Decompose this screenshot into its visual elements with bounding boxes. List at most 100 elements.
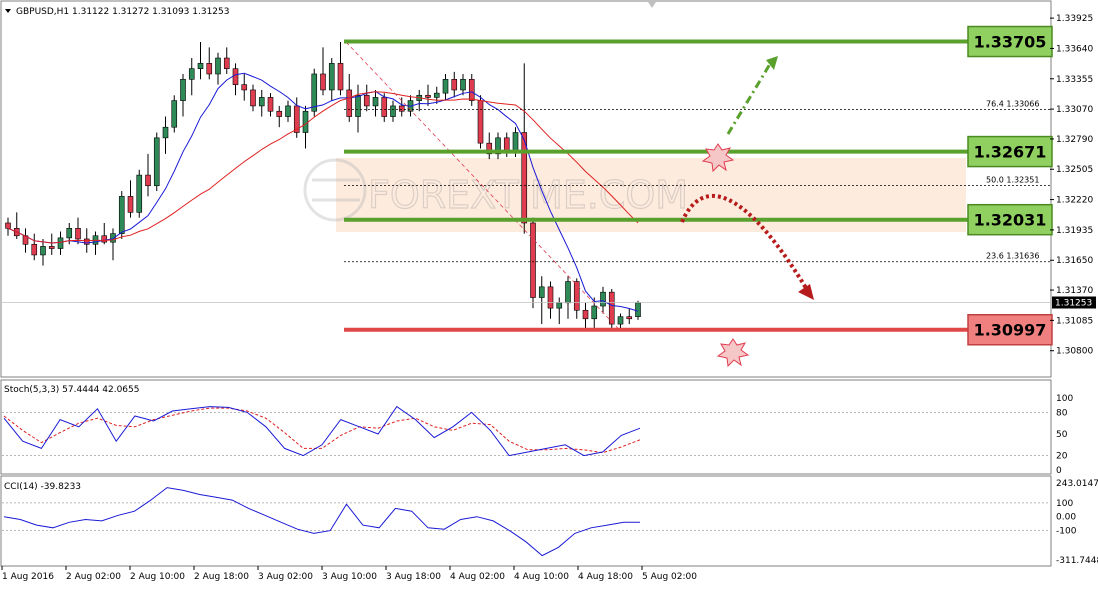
candle-body: [556, 302, 563, 309]
candle-body: [512, 132, 519, 151]
time-tick-label: 2 Aug 02:00: [66, 572, 121, 582]
price-tick-label: 1.31935: [1056, 226, 1093, 236]
price-tick-label: 1.31370: [1056, 286, 1093, 296]
candle-body: [363, 94, 370, 107]
candle-body: [153, 137, 160, 187]
candle-body: [538, 286, 545, 298]
candle-body: [66, 228, 73, 239]
cci-tick-label: 100: [1056, 499, 1073, 509]
stoch-header: Stoch(5,3,3) 57.4444 42.0655: [4, 385, 139, 395]
candle-body: [101, 235, 108, 243]
candle-body: [346, 89, 353, 117]
candle-body: [503, 137, 510, 151]
candle-body: [530, 222, 536, 298]
key-level-label: 1.33705: [974, 33, 1047, 52]
candle-body: [250, 89, 256, 107]
candle-body: [188, 68, 195, 80]
cci-tick-label: -311.7448: [1056, 556, 1098, 566]
candle-body: [302, 110, 309, 133]
cci-tick-label: 0.00: [1056, 513, 1076, 523]
fib-level-label: 23.6 1.31636: [986, 252, 1039, 261]
candle-body: [565, 281, 571, 304]
candle-body: [381, 97, 388, 117]
candle-body: [241, 84, 248, 91]
cci-tick-label: -100: [1056, 527, 1077, 537]
fib-level-label: 50.0 1.32351: [986, 176, 1039, 185]
time-tick-label: 1 Aug 2016: [2, 572, 54, 582]
time-tick-label: 2 Aug 10:00: [130, 572, 185, 582]
price-tick-label: 1.33640: [1056, 44, 1093, 54]
cci-panel-frame: [0, 475, 1052, 567]
candle-body: [145, 174, 151, 187]
candle-body: [127, 196, 134, 213]
candle-body: [468, 79, 475, 101]
candle-body: [197, 63, 204, 69]
candle-body: [57, 237, 64, 249]
candle-body: [547, 286, 554, 309]
price-tick-label: 1.31085: [1056, 316, 1093, 326]
trading-chart[interactable]: FOREXTIME.COM 76.4 1.33066 50.0 1.32351 23…: [0, 0, 1098, 591]
candle-body: [425, 94, 431, 98]
stoch-panel-frame: [0, 379, 1052, 475]
key-level-label: 1.32031: [974, 211, 1047, 230]
candle-body: [180, 79, 186, 101]
time-tick-label: 5 Aug 02:00: [642, 572, 697, 582]
candle-body: [372, 97, 379, 107]
stoch-tick-label: 80: [1056, 408, 1068, 418]
candle-body: [398, 105, 405, 112]
time-tick-label: 4 Aug 18:00: [578, 572, 633, 582]
candle-body: [600, 291, 606, 307]
price-tick-label: 1.32220: [1056, 196, 1093, 206]
candle-body: [258, 97, 265, 107]
candle-body: [355, 94, 361, 117]
candle-body: [223, 57, 230, 69]
time-tick-label: 3 Aug 02:00: [258, 572, 313, 582]
key-level-label: 1.30997: [974, 321, 1047, 340]
main-header: GBPUSD,H1 1.31122 1.31272 1.31093 1.3125…: [16, 7, 229, 17]
price-tick-label: 1.33355: [1056, 75, 1093, 85]
price-tick-label: 1.32790: [1056, 135, 1093, 145]
candle-body: [617, 316, 624, 325]
candle-body: [591, 305, 598, 320]
candle-body: [215, 57, 221, 75]
time-tick-label: 4 Aug 10:00: [514, 572, 569, 582]
price-tick-label: 1.33070: [1056, 105, 1093, 115]
current-price-tag-label: 1.31253: [1055, 298, 1092, 308]
candle-body: [118, 196, 125, 234]
candle-body: [337, 63, 344, 91]
candle-body: [285, 105, 291, 117]
cci-tick-label: 243.0147: [1056, 479, 1098, 489]
candle-body: [573, 281, 580, 311]
time-tick-label: 3 Aug 10:00: [322, 572, 377, 582]
candle-body: [460, 79, 466, 91]
candle-body: [5, 222, 11, 229]
time-tick-label: 3 Aug 18:00: [386, 572, 441, 582]
candle-body: [433, 92, 440, 98]
stoch-tick-label: 50: [1056, 430, 1068, 440]
candle-body: [75, 228, 81, 240]
watermark-text: FOREXTIME.COM: [368, 173, 688, 217]
candle-body: [626, 316, 633, 320]
candle-body: [328, 63, 335, 91]
key-level-label: 1.32671: [974, 143, 1047, 162]
candle-body: [390, 105, 396, 117]
candle-body: [442, 79, 449, 94]
candle-body: [206, 63, 213, 75]
stoch-tick-label: 20: [1056, 452, 1068, 462]
candle-body: [451, 79, 458, 91]
price-tick-label: 1.33925: [1056, 14, 1093, 24]
candle-body: [320, 73, 326, 91]
candle-body: [276, 110, 283, 117]
candle-body: [311, 73, 318, 112]
candle-body: [162, 126, 169, 139]
chart-window: FOREXTIME.COM 76.4 1.33066 50.0 1.32351 23…: [0, 0, 1098, 591]
price-tick-label: 1.32505: [1056, 165, 1093, 175]
price-tick-label: 1.31650: [1056, 256, 1093, 266]
time-tick-label: 2 Aug 18:00: [194, 572, 249, 582]
time-tick-label: 4 Aug 02:00: [450, 572, 505, 582]
candle-body: [267, 97, 274, 112]
candle-body: [477, 100, 484, 144]
candle-body: [40, 246, 46, 256]
cci-header: CCI(14) -39.8233: [4, 482, 81, 492]
stoch-tick-label: 0: [1056, 466, 1062, 476]
